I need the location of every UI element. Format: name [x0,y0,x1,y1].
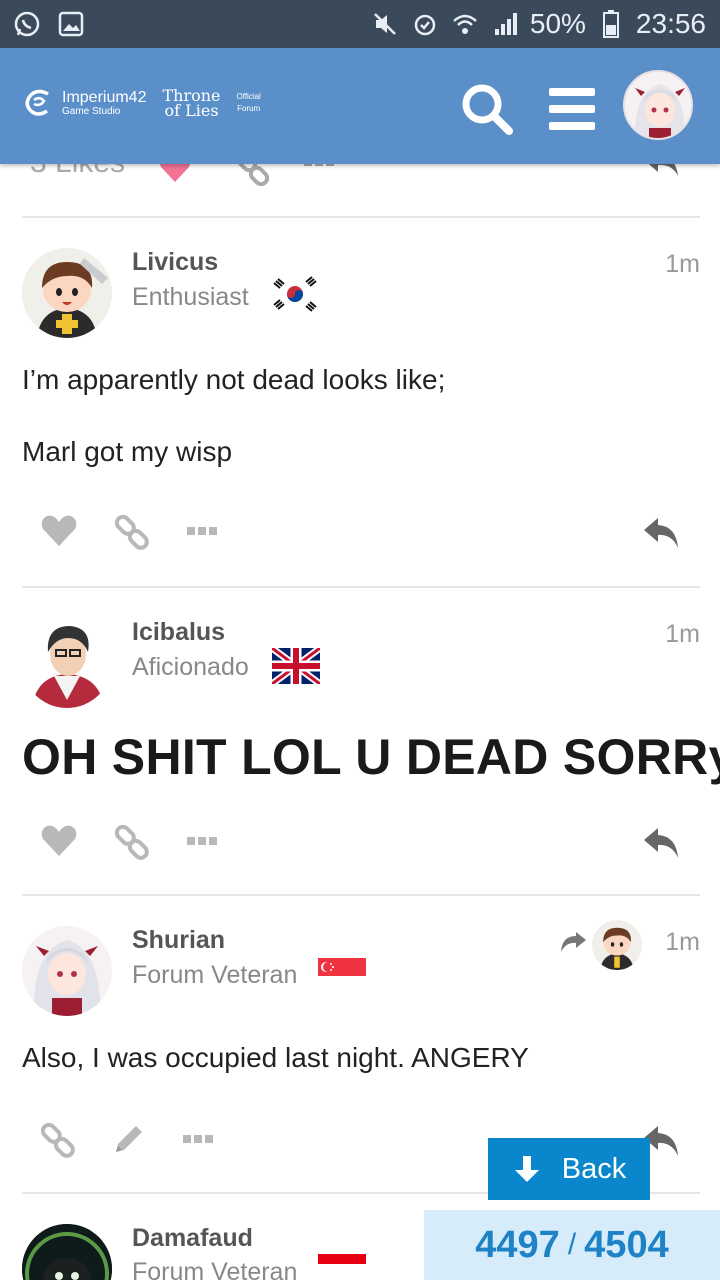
avatar[interactable] [22,1224,112,1280]
post-progress-indicator[interactable]: 4497 / 4504 [424,1210,720,1280]
back-button-label: Back [561,1152,627,1185]
battery-icon [596,9,626,39]
more-button[interactable] [186,836,218,846]
lawyer-character-avatar-icon [22,618,112,708]
like-button[interactable] [40,514,78,548]
progress-separator: / [567,1228,577,1261]
reply-to-avatar[interactable] [592,920,642,970]
battery-percent: 50% [529,8,586,39]
alarm-icon [410,9,440,39]
link-icon [114,824,149,860]
link-icon [114,514,149,550]
link-button[interactable] [40,1122,76,1158]
like-button[interactable] [40,824,78,858]
user-title: Enthusiast [132,283,249,311]
username[interactable]: Damafaud [132,1224,253,1253]
total-post-count: 4504 [584,1223,669,1266]
menu-button[interactable] [547,86,597,132]
brand-name: Imperium42 [62,88,147,106]
username[interactable]: Icibalus [132,618,225,647]
link-button[interactable] [114,514,150,550]
reply-icon [644,518,678,548]
pencil-icon [116,1126,142,1152]
south-korea-flag-icon [272,276,318,317]
heart-icon [41,825,77,856]
indonesia-flag-icon [318,1254,366,1279]
gallery-icon [56,9,86,39]
clock: 23:56 [635,8,706,39]
hamburger-icon [549,88,595,130]
post-time[interactable]: 1m [665,928,700,957]
username[interactable]: Livicus [132,248,218,277]
anime-girl-avatar-icon [22,926,112,1016]
post-body-line: Also, I was occupied last night. ANGERY [22,1042,529,1073]
status-bar: 50% 23:56 [0,0,720,48]
current-post-number: 4497 [475,1223,560,1266]
more-button[interactable] [182,1134,214,1144]
heart-icon [41,515,77,546]
forum-label: Forum [237,104,261,113]
dark-creature-avatar-icon [22,1224,112,1280]
link-button[interactable] [114,824,150,860]
more-button[interactable] [186,526,218,536]
whatsapp-icon [12,9,42,39]
post-body-heading: OH SHIT LOL U DEAD SORRy [22,729,720,785]
singapore-flag-icon [318,958,366,981]
chibi-knight-avatar-icon [592,920,642,970]
search-icon [462,84,513,135]
reply-to-button[interactable] [558,930,588,954]
game-title-line2: of Lies [164,101,219,120]
post-livicus: Livicus Enthusiast 1m I’m apparently not… [0,218,720,588]
ellipsis-icon [187,837,217,845]
site-logo[interactable]: Imperium42 Game Studio Throne of Lies Of… [22,88,261,120]
uk-flag-icon [269,645,323,689]
avatar[interactable] [22,248,112,338]
reply-button[interactable] [642,516,682,550]
post-time[interactable]: 1m [665,250,700,279]
link-icon [40,1122,75,1158]
search-button[interactable] [460,82,514,136]
avatar[interactable] [22,926,112,1016]
signal-icon [490,9,520,39]
edit-button[interactable] [112,1122,146,1156]
username[interactable]: Shurian [132,926,225,955]
arrow-down-icon [514,1156,539,1182]
brand-subtitle: Game Studio [62,105,121,117]
site-header: Imperium42 Game Studio Throne of Lies Of… [0,48,720,164]
reply-button[interactable] [642,826,682,860]
post-icibalus: Icibalus Aficionado 1m OH SHIT LOL U DEA… [0,588,720,896]
ellipsis-icon [187,527,217,535]
post-time[interactable]: 1m [665,620,700,649]
wifi-icon [450,9,480,39]
reply-icon [644,828,678,858]
mute-icon [370,9,400,39]
imperium42-logo-icon [25,89,49,116]
official-label: Official [236,92,261,101]
avatar[interactable] [22,618,112,708]
user-title: Aficionado [132,653,249,681]
user-title: Forum Veteran [132,1258,298,1280]
chibi-knight-avatar-icon [22,248,112,338]
anime-girl-avatar-icon [625,72,691,138]
user-title: Forum Veteran [132,961,298,989]
back-button[interactable]: Back [488,1138,650,1200]
reply-to-arrow-icon [561,932,586,952]
post-body-line: I’m apparently not dead looks like; [22,364,446,395]
post-body-line: Marl got my wisp [22,436,233,467]
ellipsis-icon [183,1135,213,1143]
user-avatar-button[interactable] [623,70,693,140]
